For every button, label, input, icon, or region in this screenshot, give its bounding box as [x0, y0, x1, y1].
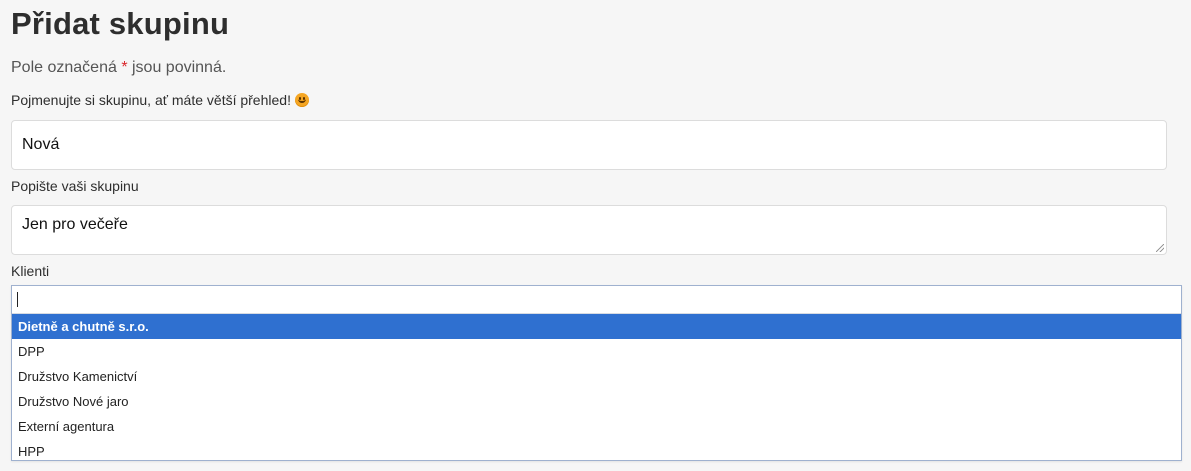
client-option[interactable]: Dietně a chutně s.r.o. — [12, 314, 1181, 339]
group-description-label: Popište vaši skupinu — [11, 178, 139, 194]
client-option[interactable]: DPP — [12, 339, 1181, 364]
client-option[interactable]: Družstvo Kamenictví — [12, 364, 1181, 389]
client-option[interactable]: Družstvo Nové jaro — [12, 389, 1181, 414]
client-option[interactable]: Externí agentura — [12, 414, 1181, 439]
required-fields-note: Pole označená * jsou povinná. — [11, 59, 226, 77]
group-description-textarea[interactable]: Jen pro večeře — [11, 205, 1167, 255]
clients-search-input[interactable] — [12, 286, 1181, 314]
clients-options-list: Dietně a chutně s.r.o. DPP Družstvo Kame… — [12, 314, 1181, 464]
group-name-input[interactable]: Nová — [11, 120, 1167, 170]
client-option[interactable]: HPP — [12, 439, 1181, 464]
group-name-label-text: Pojmenujte si skupinu, ať máte větší pře… — [11, 92, 291, 108]
resize-handle[interactable] — [1156, 244, 1164, 252]
group-name-label: Pojmenujte si skupinu, ať máte větší pře… — [11, 92, 309, 108]
required-note-suffix: jsou povinná. — [127, 59, 227, 76]
clients-label: Klienti — [11, 263, 50, 279]
page-title: Přidat skupinu — [11, 6, 230, 41]
smiling-face-icon — [294, 93, 309, 107]
group-description-value: Jen pro večeře — [22, 216, 128, 233]
add-group-page: Přidat skupinu Pole označená * jsou povi… — [0, 0, 1191, 471]
required-note-prefix: Pole označená — [11, 59, 122, 76]
text-caret — [17, 292, 18, 307]
clients-select[interactable]: Dietně a chutně s.r.o. DPP Družstvo Kame… — [11, 285, 1182, 461]
